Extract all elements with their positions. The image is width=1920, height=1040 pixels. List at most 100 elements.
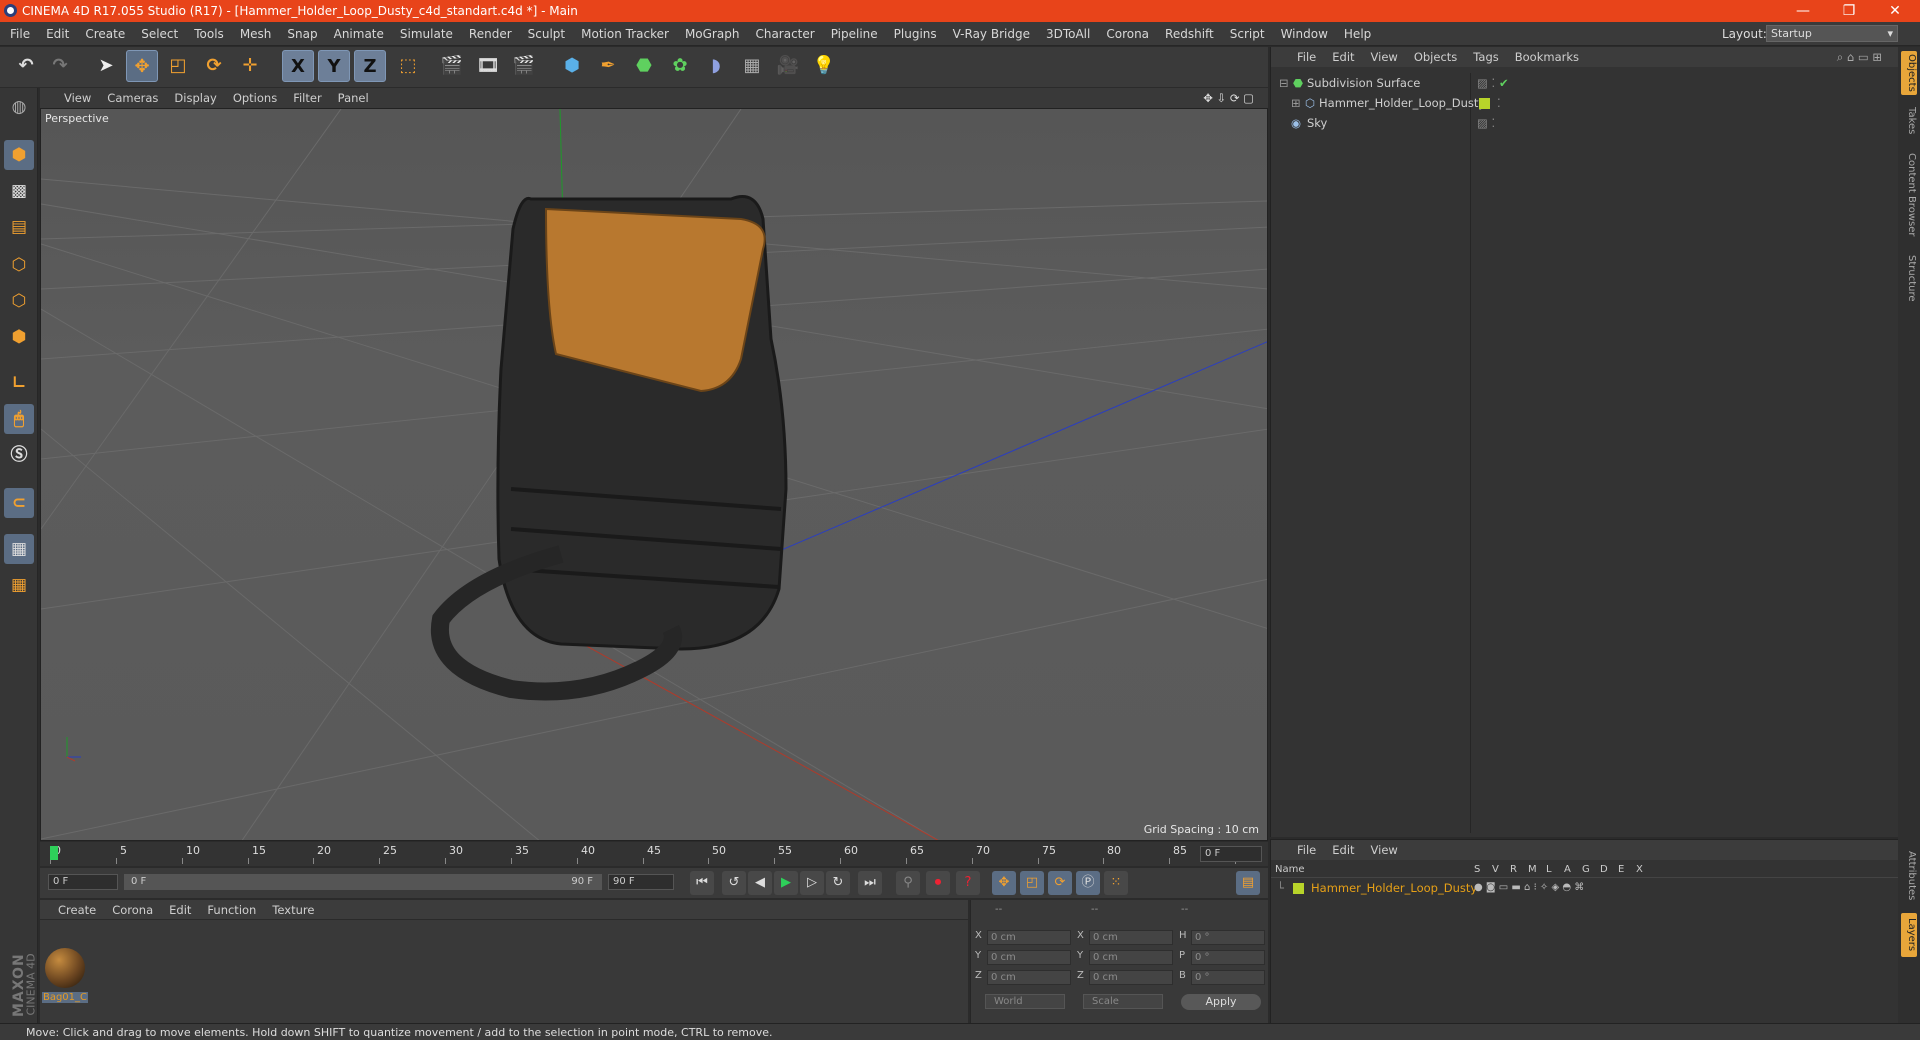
next-key-button[interactable]: ↻ [826, 871, 850, 895]
solo-button[interactable]: Ⓢ [4, 440, 34, 470]
menu-mesh[interactable]: Mesh [232, 22, 280, 46]
layer-col-d[interactable]: D [1600, 864, 1608, 875]
material-item[interactable]: Bag01_C [40, 920, 100, 1020]
layer-col-a[interactable]: A [1564, 864, 1571, 875]
mat-menu-create[interactable]: Create [40, 900, 104, 920]
obj-menu-edit[interactable]: Edit [1324, 47, 1362, 67]
render-view-button[interactable]: 🎬 [436, 50, 468, 82]
layer-menu-edit[interactable]: Edit [1324, 840, 1362, 860]
tab-layers[interactable]: Layers [1901, 913, 1917, 957]
frame-range-slider[interactable]: 0 F 90 F [124, 874, 602, 890]
menu-vray-bridge[interactable]: V-Ray Bridge [945, 22, 1038, 46]
rotation-h-field[interactable]: 0 ° [1191, 930, 1265, 945]
model-mode-button[interactable]: ⬢ [4, 140, 34, 170]
keyframe-selection-button[interactable]: ? [956, 871, 980, 895]
pen-spline-button[interactable]: ✒ [592, 50, 624, 82]
menu-character[interactable]: Character [747, 22, 822, 46]
layer-menu-view[interactable]: View [1363, 840, 1406, 860]
menu-create[interactable]: Create [77, 22, 133, 46]
vp-menu-display[interactable]: Display [166, 88, 224, 108]
render-picture-viewer-button[interactable]: 🎞 [472, 50, 504, 82]
planar-workplane-button[interactable]: ▦ [4, 570, 34, 600]
make-editable-button[interactable]: ◍ [4, 92, 34, 122]
lock-workplane-button[interactable]: ▦ [4, 534, 34, 564]
menu-file[interactable]: File [0, 22, 38, 46]
rotation-p-field[interactable]: 0 ° [1191, 950, 1265, 965]
menu-render[interactable]: Render [461, 22, 520, 46]
layer-menu-file[interactable]: File [1289, 840, 1324, 860]
transform-tool-button[interactable]: ✛ [234, 50, 266, 82]
mat-menu-function[interactable]: Function [199, 900, 264, 920]
key-position-button[interactable]: ✥ [992, 871, 1016, 895]
play-button[interactable]: ▶ [774, 871, 798, 895]
next-frame-button[interactable]: ▷ [800, 871, 824, 895]
vp-menu-cameras[interactable]: Cameras [99, 88, 166, 108]
position-x-field[interactable]: 0 cm [987, 930, 1071, 945]
go-to-start-button[interactable]: ⏮ [690, 871, 714, 895]
subdivision-button[interactable]: ⬣ [628, 50, 660, 82]
timeline-window-button[interactable]: ▤ [1236, 871, 1260, 895]
size-mode-select[interactable]: Scale [1083, 994, 1163, 1009]
menu-redshift[interactable]: Redshift [1157, 22, 1222, 46]
axis-y-button[interactable]: Y [318, 50, 350, 82]
layer-col-l[interactable]: L [1546, 864, 1552, 875]
camera-button[interactable]: 🎥 [772, 50, 804, 82]
mat-menu-edit[interactable]: Edit [161, 900, 199, 920]
layer-row[interactable]: └ Hammer_Holder_Loop_Dusty ● ◙ ▭ ▬ ⌂ ⁝ ✧… [1271, 880, 1899, 896]
key-parameter-button[interactable]: Ⓟ [1076, 871, 1100, 895]
obj-menu-view[interactable]: View [1363, 47, 1406, 67]
minimize-button[interactable]: — [1780, 0, 1826, 22]
key-pla-button[interactable]: ⁙ [1104, 871, 1128, 895]
tab-takes[interactable]: Takes [1901, 103, 1917, 139]
layer-col-e[interactable]: E [1618, 864, 1624, 875]
size-z-field[interactable]: 0 cm [1089, 970, 1173, 985]
playhead[interactable] [50, 846, 58, 860]
key-scale-button[interactable]: ◰ [1020, 871, 1044, 895]
layer-col-g[interactable]: G [1582, 864, 1590, 875]
menu-animate[interactable]: Animate [326, 22, 392, 46]
collapse-icon[interactable]: ⊟ [1279, 73, 1289, 93]
menu-plugins[interactable]: Plugins [886, 22, 945, 46]
layer-col-x[interactable]: X [1636, 864, 1643, 875]
tab-structure[interactable]: Structure [1901, 251, 1917, 305]
menu-3dtoall[interactable]: 3DToAll [1038, 22, 1098, 46]
viewport-nav-icons[interactable]: ✥ ⇩ ⟳ ▢ [1195, 88, 1262, 108]
key-rotation-button[interactable]: ⟳ [1048, 871, 1072, 895]
menu-script[interactable]: Script [1222, 22, 1273, 46]
obj-menu-tags[interactable]: Tags [1465, 47, 1506, 67]
tab-attributes[interactable]: Attributes [1901, 841, 1917, 911]
redo-button[interactable]: ↷ [44, 50, 76, 82]
menu-edit[interactable]: Edit [38, 22, 77, 46]
axis-z-button[interactable]: Z [354, 50, 386, 82]
rotation-b-field[interactable]: 0 ° [1191, 970, 1265, 985]
floor-button[interactable]: ▦ [736, 50, 768, 82]
object-row-hammer-holder[interactable]: ⊞ ⬡ Hammer_Holder_Loop_Dusty ⁚ [1271, 93, 1899, 113]
cube-primitive-button[interactable]: ⬢ [556, 50, 588, 82]
coordinate-space-select[interactable]: World [985, 994, 1065, 1009]
mat-menu-texture[interactable]: Texture [264, 900, 322, 920]
layer-col-s[interactable]: S [1474, 864, 1480, 875]
vp-menu-panel[interactable]: Panel [330, 88, 377, 108]
expand-icon[interactable]: ⊞ [1291, 93, 1301, 113]
deformer-button[interactable]: ◗ [700, 50, 732, 82]
menu-mograph[interactable]: MoGraph [677, 22, 748, 46]
autokey-button[interactable]: ⏺ [926, 871, 950, 895]
object-row-subdivision[interactable]: ⊟ ⬣ Subdivision Surface ▨ ⁚ ✔ [1271, 73, 1899, 93]
object-row-sky[interactable]: ◉ Sky ▨ ⁚ [1271, 113, 1899, 133]
position-y-field[interactable]: 0 cm [987, 950, 1071, 965]
enable-axis-button[interactable]: ∟ [4, 368, 34, 398]
vp-menu-filter[interactable]: Filter [285, 88, 329, 108]
menu-snap[interactable]: Snap [279, 22, 325, 46]
visibility-dots-icon[interactable]: ▨ ⁚ [1477, 73, 1495, 93]
workplane-mode-button[interactable]: ▤ [4, 212, 34, 242]
menu-help[interactable]: Help [1336, 22, 1379, 46]
obj-menu-objects[interactable]: Objects [1406, 47, 1465, 67]
mat-menu-corona[interactable]: Corona [104, 900, 161, 920]
menu-select[interactable]: Select [133, 22, 186, 46]
edges-mode-button[interactable]: ⬡ [4, 286, 34, 316]
menu-tools[interactable]: Tools [186, 22, 232, 46]
vp-menu-options[interactable]: Options [225, 88, 285, 108]
polygons-mode-button[interactable]: ⬢ [4, 322, 34, 352]
undo-button[interactable]: ↶ [10, 50, 42, 82]
menu-sculpt[interactable]: Sculpt [520, 22, 573, 46]
